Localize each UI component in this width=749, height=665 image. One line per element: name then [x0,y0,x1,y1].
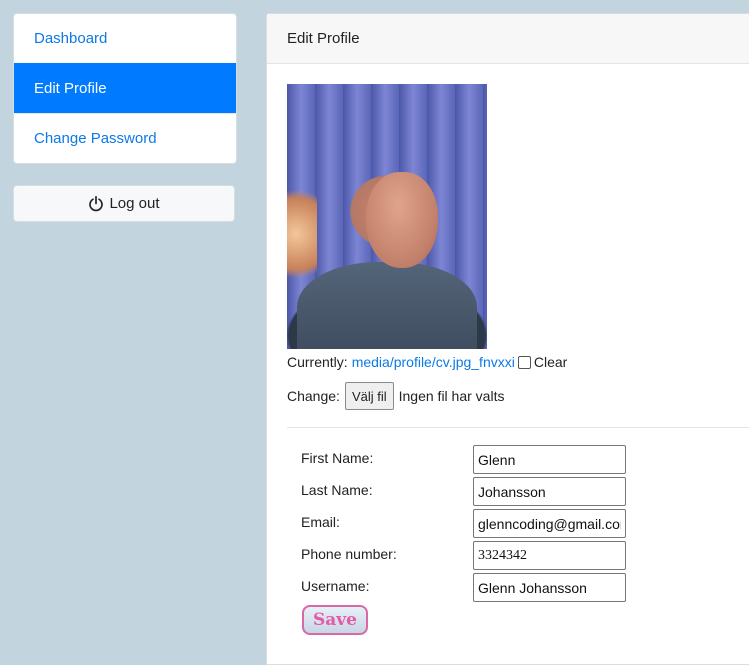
save-button[interactable]: Save [302,605,368,635]
sidebar-item-change-password[interactable]: Change Password [14,113,236,163]
power-icon [89,195,104,211]
first-name-label: First Name: [301,450,374,466]
divider [287,427,749,428]
sidebar-item-edit-profile[interactable]: Edit Profile [14,63,236,113]
last-name-label: Last Name: [301,482,373,498]
card-title: Edit Profile [267,14,749,64]
photo-lamp [287,179,317,289]
photo-head [366,172,438,268]
username-label: Username: [301,578,370,594]
current-image-link[interactable]: media/profile/cv.jpg_fnvxxi [352,354,515,370]
clear-label: Clear [533,354,568,370]
phone-field[interactable] [473,541,626,570]
choose-file-button[interactable]: Välj fil [344,382,394,410]
last-name-field[interactable] [473,477,626,506]
edit-profile-card: Edit Profile Currently: media/profile/cv… [266,13,749,665]
logout-button[interactable]: Log out [13,185,235,222]
username-field[interactable] [473,573,626,602]
profile-photo [287,84,487,349]
currently-label: Currently: [287,354,348,370]
file-status: Ingen fil har valts [398,388,505,404]
sidebar-item-dashboard[interactable]: Dashboard [14,14,236,63]
change-image-row: Change: Välj fil Ingen fil har valts [287,382,504,410]
change-label: Change: [287,388,340,404]
first-name-field[interactable] [473,445,626,474]
photo-shirt [297,262,477,349]
logout-label: Log out [109,195,160,212]
email-label: Email: [301,514,340,530]
sidebar-nav: Dashboard Edit Profile Change Password [13,13,237,164]
phone-label: Phone number: [301,546,397,562]
email-field[interactable] [473,509,626,538]
clear-checkbox[interactable] [517,355,531,369]
current-image-row: Currently: media/profile/cv.jpg_fnvxxi C… [287,354,567,370]
